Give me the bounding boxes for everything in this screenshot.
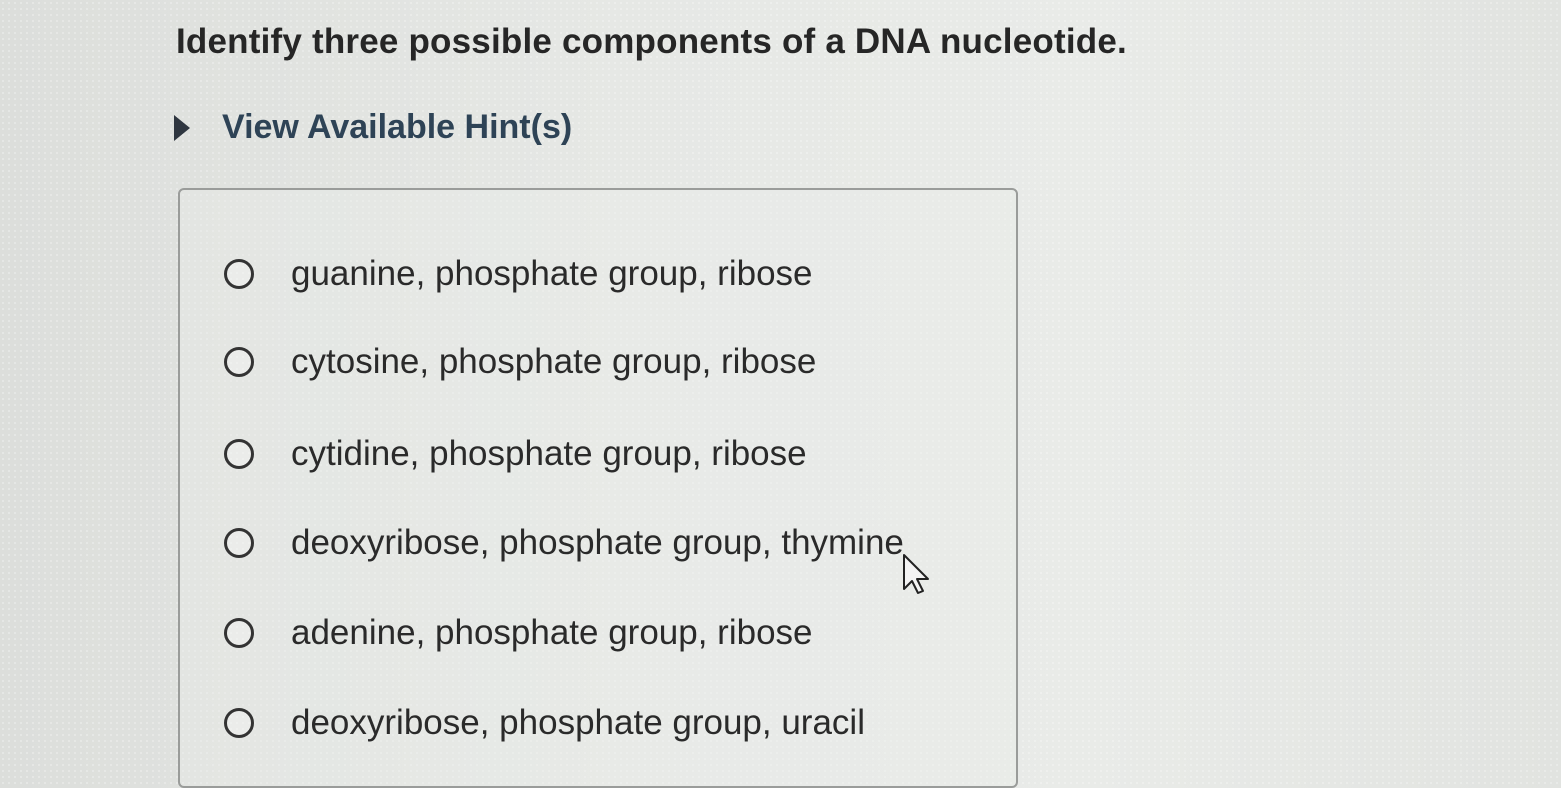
view-hints-toggle[interactable]: View Available Hint(s) <box>174 108 572 147</box>
mouse-pointer-icon <box>903 554 929 594</box>
radio-button-6[interactable] <box>224 708 254 738</box>
answer-option-label: guanine, phosphate group, ribose <box>291 254 813 293</box>
answer-option-4[interactable]: deoxyribose, phosphate group, thymine <box>224 523 904 563</box>
answer-option-3[interactable]: cytidine, phosphate group, ribose <box>224 434 807 474</box>
answer-option-label: adenine, phosphate group, ribose <box>291 613 813 652</box>
answer-option-label: cytosine, phosphate group, ribose <box>291 342 817 381</box>
answer-option-5[interactable]: adenine, phosphate group, ribose <box>224 613 813 653</box>
radio-button-5[interactable] <box>224 618 254 648</box>
radio-button-2[interactable] <box>224 347 254 377</box>
answer-option-6[interactable]: deoxyribose, phosphate group, uracil <box>224 703 865 743</box>
answer-option-label: cytidine, phosphate group, ribose <box>291 434 807 473</box>
radio-button-3[interactable] <box>224 439 254 469</box>
answer-option-2[interactable]: cytosine, phosphate group, ribose <box>224 342 816 382</box>
radio-button-1[interactable] <box>224 259 254 289</box>
view-hints-label: View Available Hint(s) <box>222 108 573 146</box>
answer-option-1[interactable]: guanine, phosphate group, ribose <box>224 254 813 294</box>
caret-right-icon <box>174 114 190 141</box>
answer-option-label: deoxyribose, phosphate group, thymine <box>291 523 904 562</box>
radio-button-4[interactable] <box>224 528 254 558</box>
answer-options-box: guanine, phosphate group, ribose cytosin… <box>178 188 1018 788</box>
answer-option-label: deoxyribose, phosphate group, uracil <box>291 703 865 742</box>
question-text: Identify three possible components of a … <box>176 22 1127 61</box>
